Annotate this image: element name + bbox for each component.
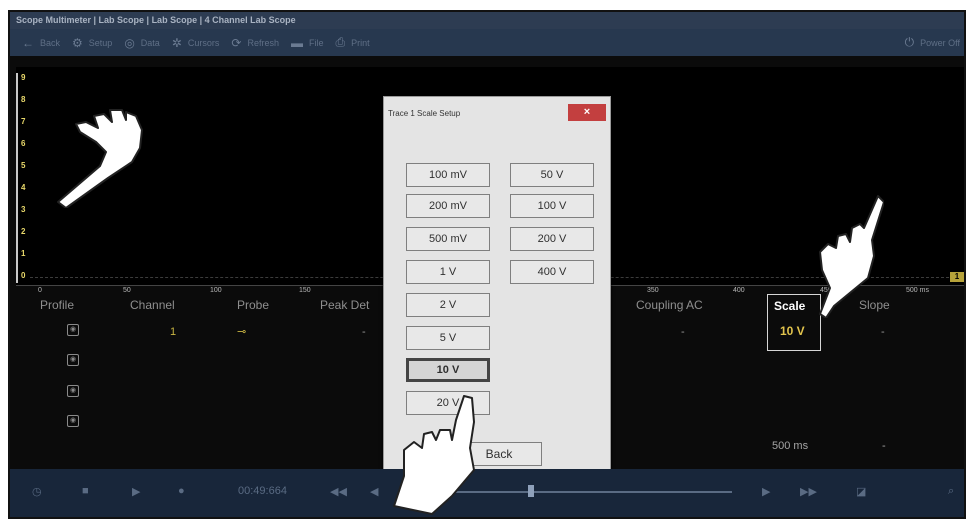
x-tick: 400: [733, 287, 745, 294]
channel-value[interactable]: 1: [170, 326, 176, 338]
print-label: Print: [351, 37, 370, 48]
close-button[interactable]: ×: [568, 104, 606, 121]
refresh-icon: ⟳: [231, 35, 242, 50]
eye-icon[interactable]: ◉: [67, 385, 79, 397]
toolbar: ← Back ⚙ Setup ◎ Data ✲ Cursors ⟳ Refresh ▬ Fi…: [10, 29, 964, 56]
scale-option[interactable]: 1 V: [406, 260, 490, 284]
slope-value[interactable]: -: [881, 326, 885, 338]
scope-window: Scope Multimeter | Lab Scope | Lab Scope…: [8, 10, 966, 519]
scale-option[interactable]: 100 V: [510, 194, 594, 218]
cursors-icon: ✲: [171, 35, 182, 50]
zoom-icon[interactable]: ⌕: [948, 485, 954, 498]
record-icon[interactable]: ●: [178, 485, 185, 497]
y-tick: 1: [21, 249, 26, 258]
eye-icon[interactable]: ◉: [67, 354, 79, 366]
refresh-button[interactable]: ⟳ Refresh: [231, 36, 279, 50]
y-tick: 4: [21, 183, 26, 192]
coupling-value[interactable]: -: [681, 326, 685, 338]
fast-forward-icon[interactable]: ▶▶: [800, 485, 817, 498]
timer-icon[interactable]: ◷: [32, 485, 42, 498]
step-back-icon[interactable]: ◀: [370, 485, 378, 498]
y-tick: 5: [21, 161, 26, 170]
timer-value: 00:49:664: [238, 485, 287, 497]
cursors-button[interactable]: ✲ Cursors: [172, 36, 220, 50]
refresh-label: Refresh: [247, 37, 279, 48]
print-button[interactable]: ⎙ Print: [335, 35, 369, 50]
scale-value[interactable]: 10 V: [780, 324, 805, 338]
cursors-label: Cursors: [187, 37, 220, 48]
pointing-hand-icon: [57, 109, 143, 208]
power-off-button[interactable]: ⏻ Power Off: [905, 35, 960, 50]
folder-icon: ▬: [290, 35, 303, 50]
scale-option[interactable]: 200 V: [510, 227, 594, 251]
printer-icon: ⎙: [335, 35, 346, 49]
bottom-bar: ◷ ■ ▶ ● 00:49:664 ◀◀ ◀ ▶ ▶▶ ◪ ⌕: [10, 469, 964, 517]
setup-button[interactable]: ⚙ Setup: [72, 36, 112, 50]
eye-icon[interactable]: ◉: [67, 415, 79, 427]
y-tick: 7: [21, 117, 26, 126]
y-tick: 0: [21, 271, 26, 280]
scale-option[interactable]: 5 V: [406, 326, 490, 350]
play-icon[interactable]: ▶: [132, 485, 140, 498]
pointing-hand-icon: [819, 195, 884, 318]
y-tick: 3: [21, 205, 26, 214]
back-arrow-icon: ←: [22, 35, 34, 50]
setup-icon: ⚙: [72, 35, 83, 50]
scale-option[interactable]: 400 V: [510, 260, 594, 284]
export-icon[interactable]: ◪: [856, 485, 866, 498]
scale-option-selected[interactable]: 10 V: [406, 358, 490, 382]
y-tick: 8: [21, 95, 26, 104]
file-button[interactable]: ▬ File: [291, 36, 324, 50]
data-icon: ◎: [124, 35, 135, 50]
timebase-value[interactable]: 500 ms: [772, 440, 808, 452]
x-tick: 100: [210, 287, 222, 294]
y-tick: 6: [21, 139, 26, 148]
stop-icon[interactable]: ■: [82, 485, 89, 497]
peak-value[interactable]: -: [362, 326, 366, 338]
file-label: File: [308, 37, 324, 48]
close-icon: ×: [583, 106, 591, 118]
power-off-label: Power Off: [920, 37, 960, 48]
power-icon: ⏻: [904, 35, 915, 49]
scale-option[interactable]: 50 V: [510, 163, 594, 187]
back-label: Back: [40, 37, 61, 48]
step-forward-icon[interactable]: ▶: [762, 485, 770, 498]
y-tick: 9: [21, 73, 26, 82]
y-tick: 2: [21, 227, 26, 236]
probe-header: Probe: [237, 298, 270, 312]
x-tick: 50: [123, 287, 131, 294]
channel-header: Channel: [130, 298, 175, 312]
scale-option[interactable]: 100 mV: [406, 163, 490, 187]
profile-header: Profile: [40, 298, 75, 312]
trace-marker[interactable]: 1: [950, 272, 964, 282]
back-button[interactable]: ← Back: [22, 36, 60, 50]
window-title: Scope Multimeter | Lab Scope | Lab Scope…: [10, 12, 964, 29]
x-tick: 0: [38, 287, 42, 294]
data-label: Data: [140, 37, 160, 48]
peak-det-header: Peak Det: [320, 298, 370, 312]
dialog-title: Trace 1 Scale Setup: [388, 109, 461, 118]
slider-handle[interactable]: [528, 485, 534, 497]
eye-icon[interactable]: ◉: [67, 324, 79, 336]
data-button[interactable]: ◎ Data: [124, 36, 160, 50]
pointing-hand-icon: [393, 395, 475, 515]
slope-bottom-value[interactable]: -: [882, 440, 886, 452]
probe-icon[interactable]: ⊸: [237, 325, 246, 338]
scale-option[interactable]: 2 V: [406, 293, 490, 317]
x-tick: 500 ms: [906, 287, 929, 294]
scale-option[interactable]: 200 mV: [406, 194, 490, 218]
setup-label: Setup: [88, 37, 113, 48]
y-axis[interactable]: 9 8 7 6 5 4 3 2 1 0: [16, 73, 32, 283]
rewind-icon[interactable]: ◀◀: [330, 485, 347, 498]
scale-option[interactable]: 500 mV: [406, 227, 490, 251]
x-tick: 350: [647, 287, 659, 294]
x-tick: 150: [299, 287, 311, 294]
coupling-header: Coupling AC: [636, 298, 703, 312]
